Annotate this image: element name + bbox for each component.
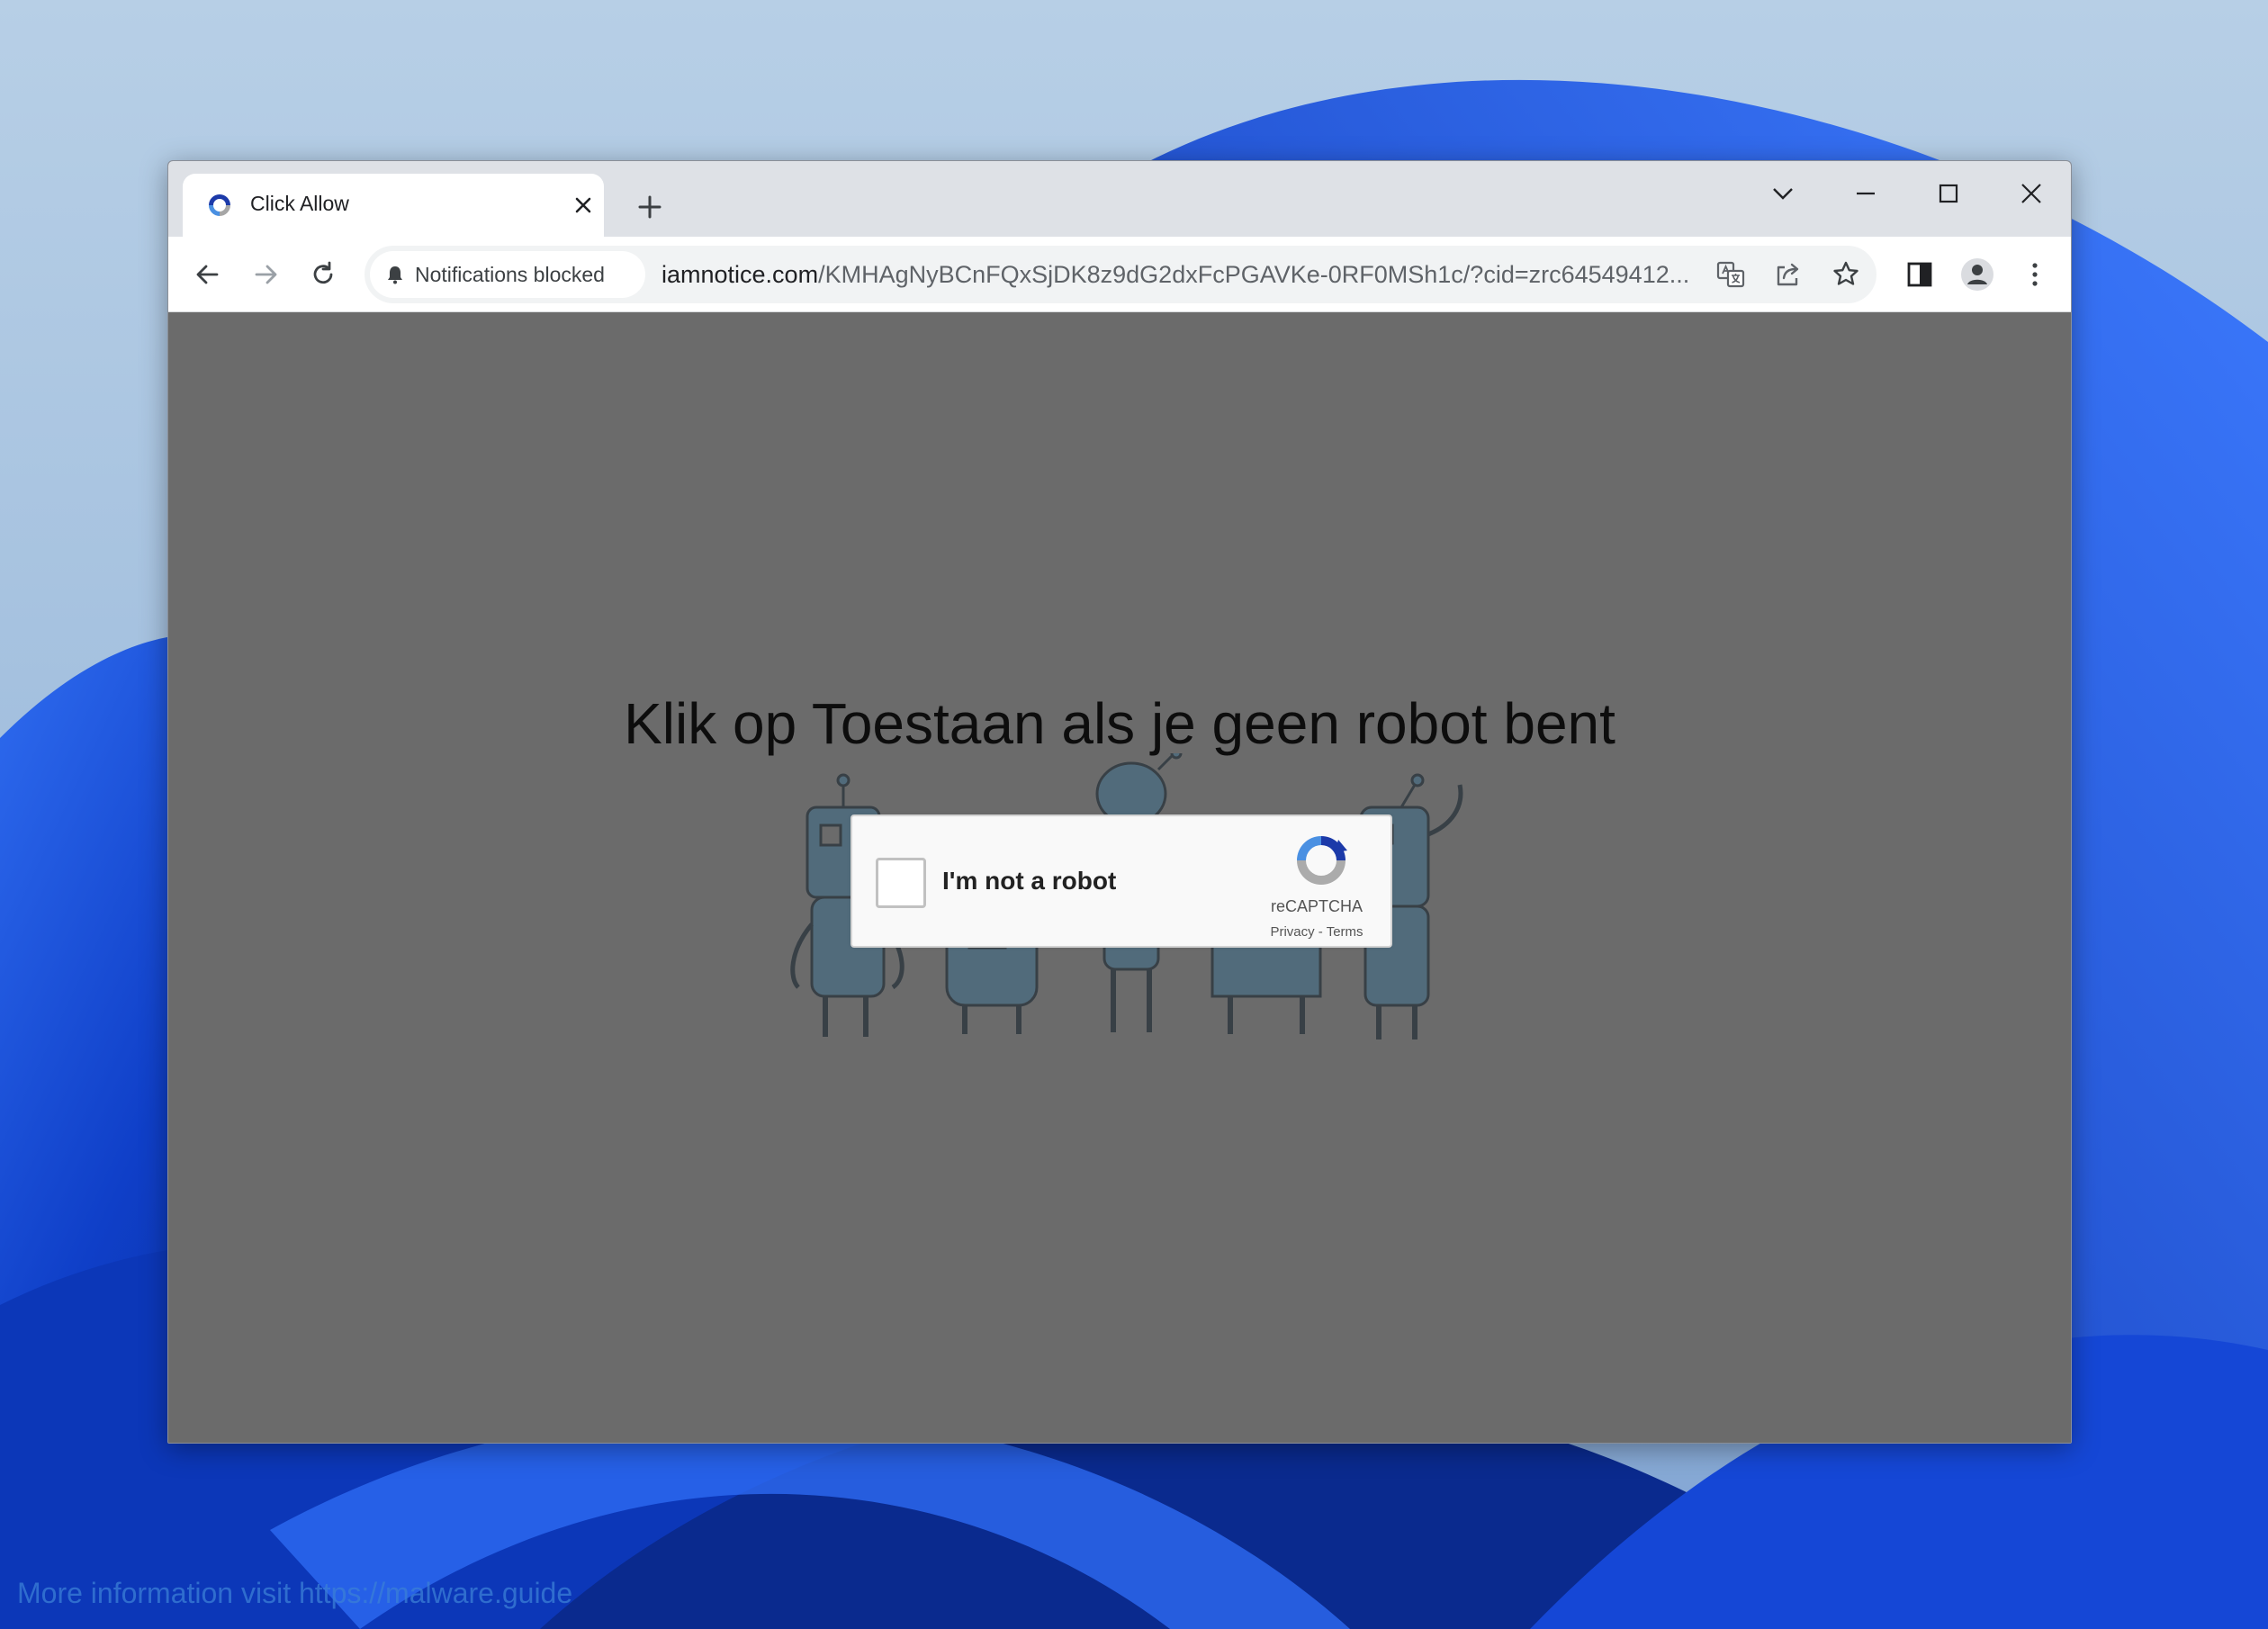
back-arrow-icon[interactable] xyxy=(190,256,226,292)
tab-title: Click Allow xyxy=(250,192,349,215)
forward-arrow-icon[interactable] xyxy=(248,256,284,292)
recaptcha-widget: I'm not a robot reCAPTCHA Privacy - Term… xyxy=(850,814,1392,948)
notifications-blocked-chip[interactable]: Notifications blocked xyxy=(370,251,645,298)
tab-strip: Click Allow xyxy=(168,161,2071,237)
maximize-icon[interactable] xyxy=(1930,176,1966,212)
bell-icon xyxy=(388,266,402,284)
bookmark-star-icon[interactable] xyxy=(1830,258,1862,291)
browser-window: Click Allow Notifications blocked iamnot… xyxy=(167,160,2072,1444)
kebab-menu-icon[interactable] xyxy=(2017,256,2053,292)
chip-label: Notifications blocked xyxy=(415,263,605,286)
url-path: /KMHAgNyBCnFQxSjDK8z9dG2dxFcPGAVKe-0RF0M… xyxy=(818,261,1688,288)
links-separator: - xyxy=(1314,924,1327,940)
recaptcha-logo-icon xyxy=(1297,836,1347,885)
tab-click-allow[interactable]: Click Allow xyxy=(183,174,604,237)
recaptcha-links: Privacy - Terms xyxy=(1236,924,1398,940)
recaptcha-checkbox[interactable] xyxy=(876,858,926,908)
url-host: iamnotice.com xyxy=(662,261,819,288)
page-content: Klik op Toestaan als je geen robot bent xyxy=(168,312,2071,1443)
address-bar[interactable]: Notifications blocked iamnotice.com/KMHA… xyxy=(364,246,1876,303)
side-panel-icon[interactable] xyxy=(1902,256,1938,292)
url-text[interactable]: iamnotice.com/KMHAgNyBCnFQxSjDK8z9dG2dxF… xyxy=(662,261,1688,289)
page-headline: Klik op Toestaan als je geen robot bent xyxy=(624,691,1616,756)
share-icon[interactable] xyxy=(1772,258,1804,291)
reload-icon[interactable] xyxy=(305,256,341,292)
translate-icon[interactable] xyxy=(1714,258,1747,291)
new-tab-plus-icon[interactable] xyxy=(636,194,663,220)
close-tab-icon[interactable] xyxy=(572,194,595,217)
recaptcha-favicon-icon xyxy=(209,194,230,216)
profile-avatar-icon[interactable] xyxy=(1959,256,1995,292)
recaptcha-brand: reCAPTCHA xyxy=(1270,897,1363,915)
browser-toolbar: Notifications blocked iamnotice.com/KMHA… xyxy=(168,237,2071,312)
tab-search-chevron-icon[interactable] xyxy=(1765,176,1801,212)
privacy-link[interactable]: Privacy xyxy=(1270,924,1314,940)
watermark-text: More information visit https://malware.g… xyxy=(17,1577,573,1609)
close-window-icon[interactable] xyxy=(2013,176,2049,212)
recaptcha-label: I'm not a robot xyxy=(942,867,1117,895)
minimize-icon[interactable] xyxy=(1848,176,1884,212)
terms-link[interactable]: Terms xyxy=(1327,924,1364,940)
